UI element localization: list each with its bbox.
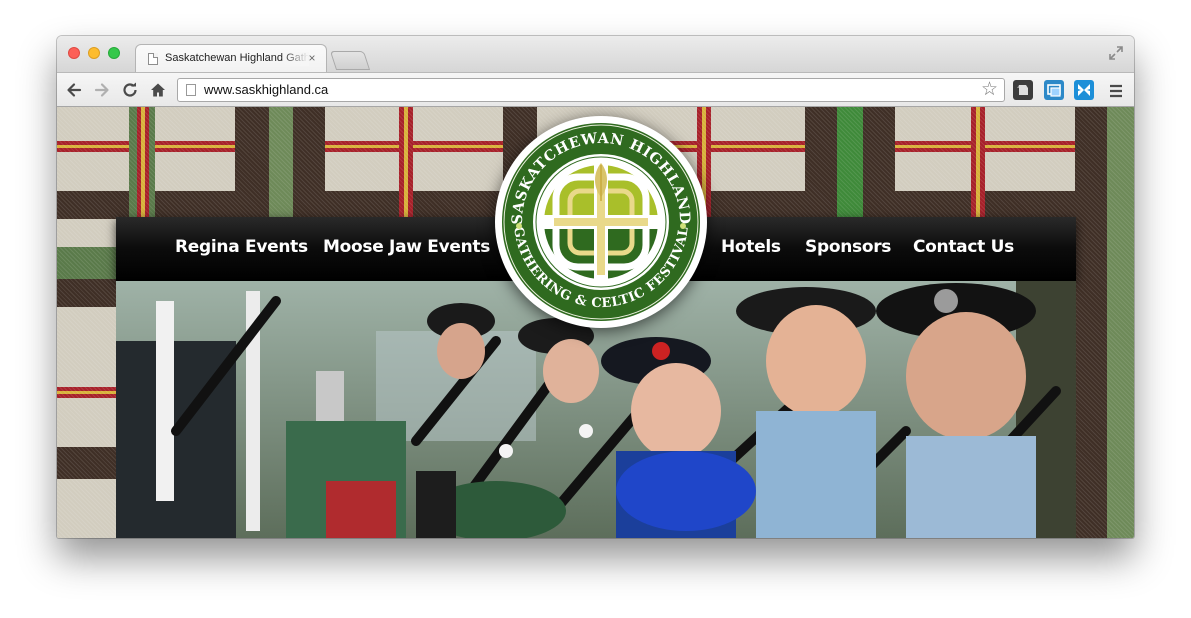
page-favicon-icon [148,53,158,65]
browser-window: Saskatchewan Highland Gathering & Celtic… [57,36,1134,538]
browser-titlebar: Saskatchewan Highland Gathering & Celtic… [57,36,1134,72]
hamburger-menu-icon[interactable] [1107,82,1125,100]
bookmark-star-icon[interactable]: ☆ [981,80,998,100]
fullscreen-icon[interactable] [1108,45,1124,61]
webpage-viewport: Regina Events Moose Jaw Events Hotels Sp… [57,107,1134,538]
minimize-window-button[interactable] [88,47,100,59]
address-bar[interactable]: www.saskhighland.ca ☆ [177,78,1005,102]
new-tab-button[interactable] [329,51,371,70]
browser-toolbar: www.saskhighland.ca ☆ [57,72,1134,107]
celtic-knot-emblem-icon [544,163,658,279]
reload-icon[interactable] [121,81,139,99]
nav-moose-jaw-events[interactable]: Moose Jaw Events [323,237,490,257]
close-window-button[interactable] [68,47,80,59]
nav-contact-us[interactable]: Contact Us [913,237,1014,257]
home-icon[interactable] [149,81,167,99]
window-controls [68,47,120,59]
tab-title: Saskatchewan Highland Gathering & Celtic… [165,52,309,66]
tab-close-icon[interactable]: × [306,51,318,65]
url-text[interactable]: www.saskhighland.ca [204,82,328,97]
browser-tab-active[interactable]: Saskatchewan Highland Gathering & Celtic… [135,44,327,72]
butterfly-extension-icon[interactable] [1074,80,1094,100]
nav-regina-events[interactable]: Regina Events [175,237,308,257]
forward-arrow-icon[interactable] [93,81,111,99]
nav-hotels[interactable]: Hotels [721,237,781,257]
zoom-window-button[interactable] [108,47,120,59]
page-icon [186,84,196,96]
nav-sponsors[interactable]: Sponsors [805,237,891,257]
back-arrow-icon[interactable] [65,81,83,99]
festival-logo[interactable]: SASKATCHEWAN HIGHLAND GATHERING & CELTIC… [494,115,708,329]
screen-capture-extension-icon[interactable] [1044,80,1064,100]
evernote-extension-icon[interactable] [1013,80,1033,100]
